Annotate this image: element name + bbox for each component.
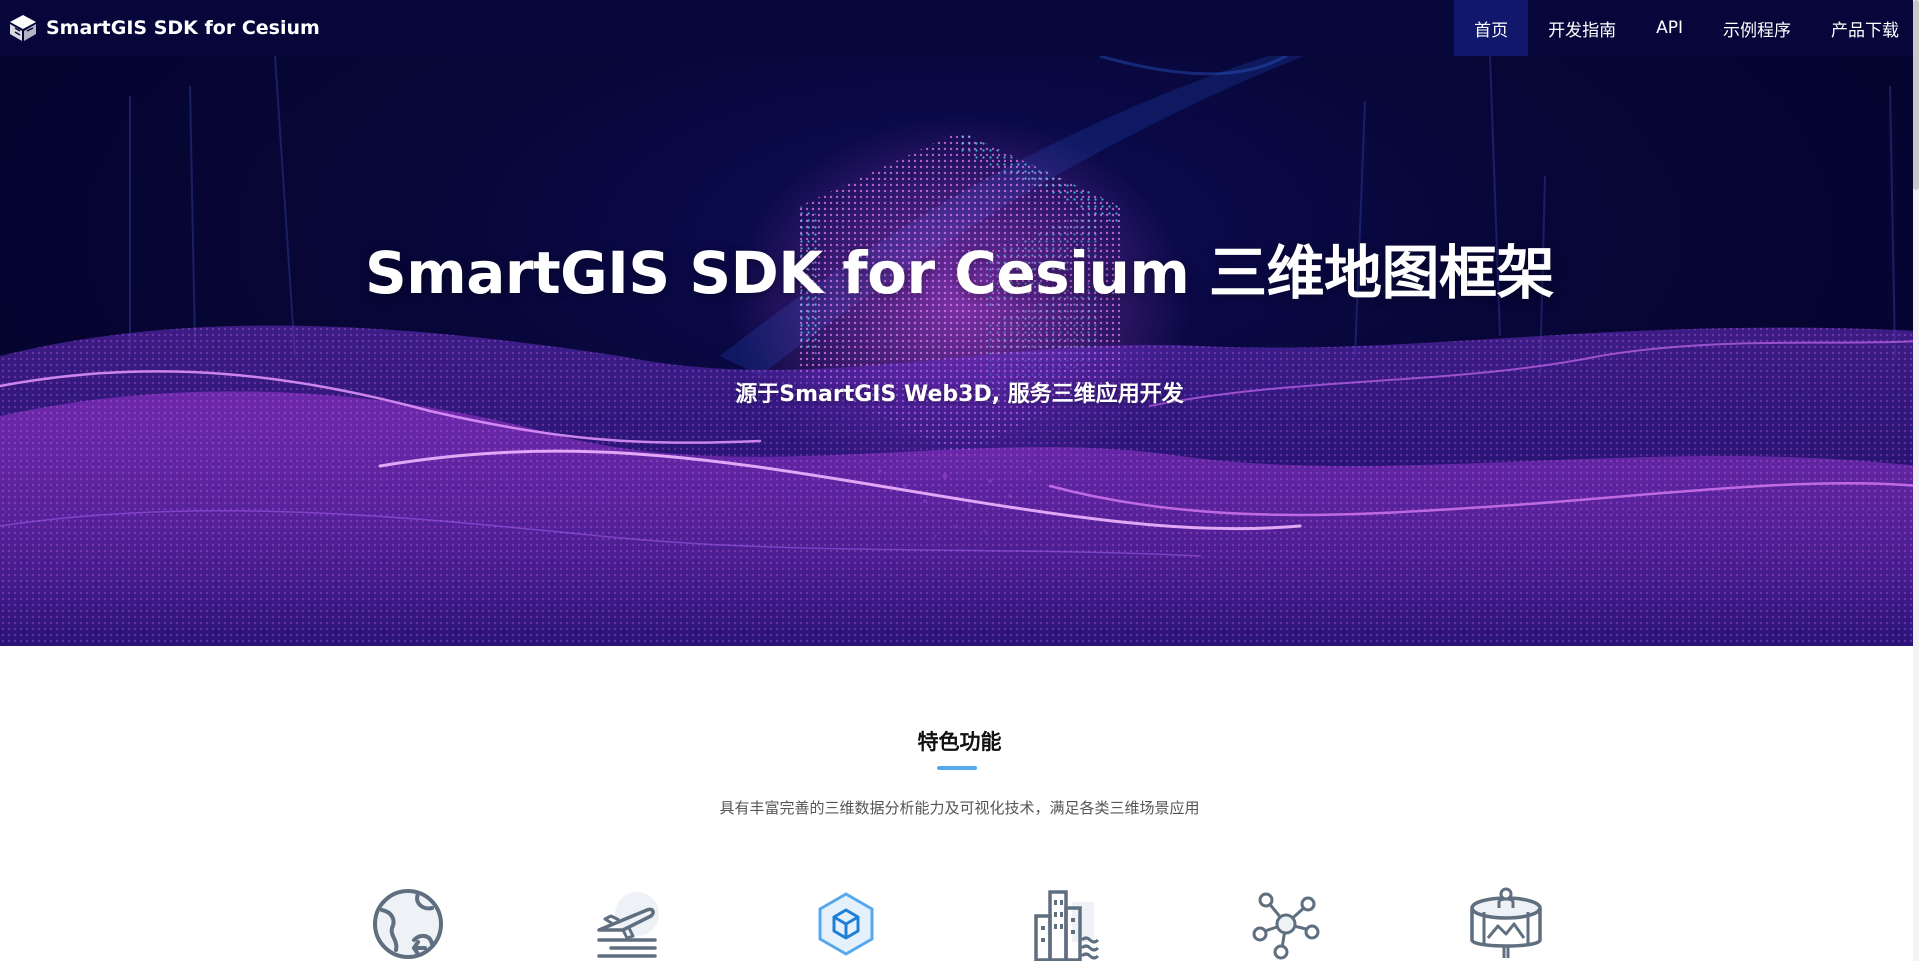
nav-item-examples[interactable]: 示例程序: [1703, 0, 1811, 56]
hero-title: SmartGIS SDK for Cesium 三维地图框架: [365, 239, 1554, 307]
nav-item-home[interactable]: 首页: [1454, 0, 1529, 56]
features-section: 特色功能 具有丰富完善的三维数据分析能力及可视化技术，满足各类三维场景应用: [0, 646, 1919, 961]
brand-logo-link[interactable]: SmartGIS SDK for Cesium: [8, 10, 320, 46]
hero-banner: SmartGIS SDK for Cesium 三维地图框架 源于SmartGI…: [0, 56, 1919, 646]
nav-item-api[interactable]: API: [1636, 0, 1703, 56]
network-icon: [1252, 892, 1320, 960]
title-underline: [937, 766, 977, 770]
scrollbar-thumb[interactable]: [1913, 0, 1919, 190]
hero-subtitle: 源于SmartGIS Web3D, 服务三维应用开发: [735, 382, 1184, 407]
main-nav: 首页 开发指南 API 示例程序 产品下载: [1454, 0, 1919, 56]
hero-background-art: [0, 56, 1919, 646]
globe-icon: [373, 889, 443, 959]
feature-panorama[interactable]: [1468, 886, 1544, 961]
nav-item-dev-guide[interactable]: 开发指南: [1528, 0, 1636, 56]
feature-3d-model[interactable]: [808, 886, 884, 961]
city-icon: [1034, 890, 1100, 961]
top-navbar: SmartGIS SDK for Cesium 首页 开发指南 API 示例程序…: [0, 0, 1919, 56]
cube-logo-icon: [10, 15, 36, 41]
nav-item-downloads[interactable]: 产品下载: [1811, 0, 1919, 56]
feature-city[interactable]: [1028, 886, 1104, 961]
airplane-icon: [597, 892, 659, 958]
section-description: 具有丰富完善的三维数据分析能力及可视化技术，满足各类三维场景应用: [719, 799, 1200, 817]
section-title: 特色功能: [917, 730, 1002, 754]
feature-globe[interactable]: [370, 886, 446, 961]
feature-network[interactable]: [1248, 886, 1324, 961]
page-scrollbar[interactable]: [1913, 0, 1919, 961]
feature-flight[interactable]: [589, 886, 665, 961]
cube-icon: [818, 892, 874, 956]
panorama-icon: [1470, 887, 1542, 958]
brand-name: SmartGIS SDK for Cesium: [46, 17, 320, 39]
